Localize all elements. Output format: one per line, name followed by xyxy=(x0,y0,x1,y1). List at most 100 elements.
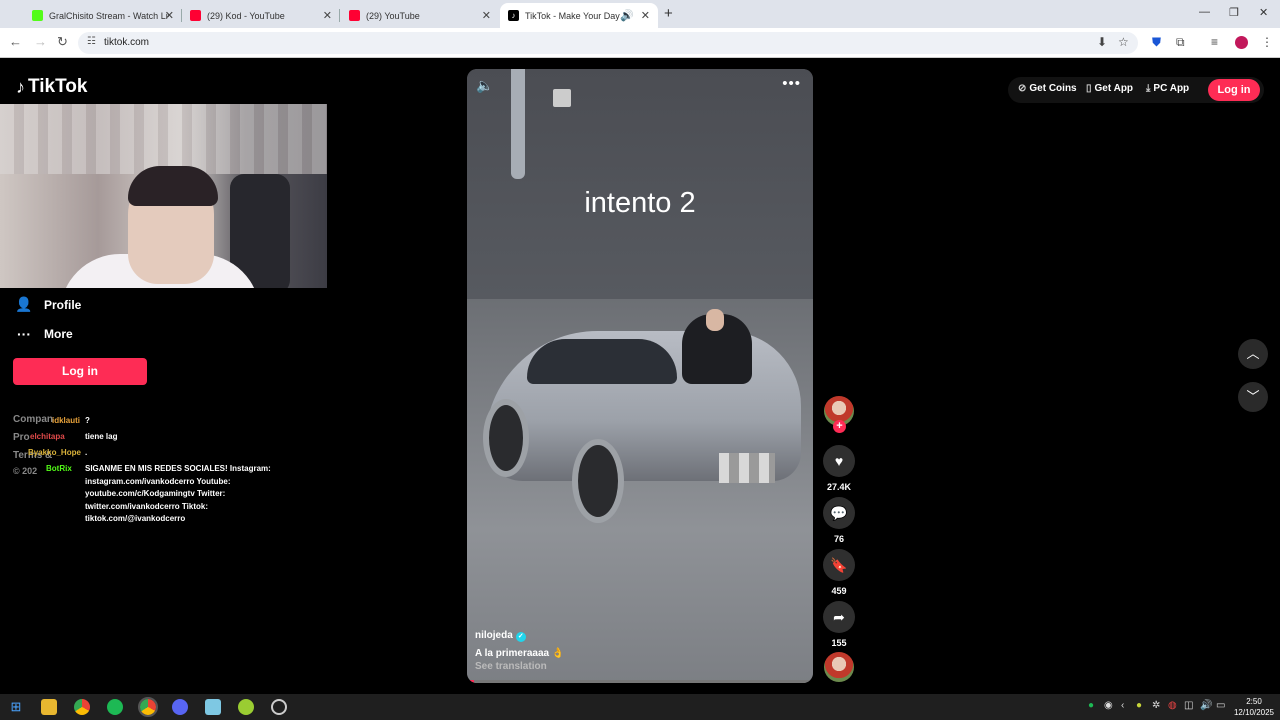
clock-time: 2:50 xyxy=(1246,697,1262,706)
close-icon[interactable]: ✕ xyxy=(482,9,491,22)
tab-youtube[interactable]: (29) YouTube ✕ xyxy=(341,3,499,28)
profile-avatar-icon[interactable] xyxy=(1235,36,1248,49)
restore-icon[interactable]: ❐ xyxy=(1229,6,1239,19)
sidebar-login-button[interactable]: Log in xyxy=(13,358,147,385)
tab-title: (29) Kod - YouTube xyxy=(207,10,285,21)
chat-user: Byakko_Hope xyxy=(28,448,81,457)
chevron-up-icon[interactable]: ︿ xyxy=(1238,339,1268,369)
share-arrow-icon[interactable]: ➦ xyxy=(823,601,855,633)
youtube-icon xyxy=(349,10,360,21)
nav-more-label: More xyxy=(44,327,73,341)
close-icon[interactable]: ✕ xyxy=(165,9,174,22)
windows-start-icon[interactable]: ⊞ xyxy=(8,699,24,715)
download-icon: ⤓ xyxy=(1146,83,1151,94)
video-progress-bar[interactable] xyxy=(467,680,813,683)
notepad-icon[interactable] xyxy=(205,699,221,715)
url-text[interactable]: tiktok.com xyxy=(104,37,149,48)
tiktok-note-icon: ♪ xyxy=(16,76,25,97)
network-icon[interactable]: ◫ xyxy=(1184,700,1193,711)
header-login-button[interactable]: Log in xyxy=(1208,79,1260,101)
get-app-button[interactable]: ▯ Get App xyxy=(1086,83,1133,94)
nav-profile-label: Profile xyxy=(44,297,82,312)
close-window-icon[interactable]: ✕ xyxy=(1259,6,1268,19)
back-icon[interactable]: ← xyxy=(9,34,22,49)
video-caption: A la primeraaaa 👌 xyxy=(475,648,565,659)
chevron-down-icon[interactable]: ﹀ xyxy=(1238,382,1268,412)
chat-user: elchitapa xyxy=(30,432,65,441)
logo-text: TikTok xyxy=(28,76,88,97)
shield-extension-icon[interactable]: ⛊ xyxy=(1152,35,1161,50)
menu-dots-icon[interactable]: ⋮ xyxy=(1261,35,1273,49)
footer-company[interactable]: Compan xyxy=(13,414,53,425)
address-bar-row: ← → ↻ ☷ tiktok.com ⬇ ☆ ⛊ ⧉ ≡ ⋮ xyxy=(0,28,1280,58)
music-disc-avatar[interactable] xyxy=(824,652,854,682)
comment-count: 76 xyxy=(833,534,844,544)
obs-icon[interactable] xyxy=(271,699,287,715)
video-car-wheel xyxy=(483,399,529,477)
tray-settings-icon[interactable]: ✲ xyxy=(1152,700,1160,711)
tab-kick[interactable]: GralChisito Stream - Watch Liv ✕ xyxy=(24,3,182,28)
nav-profile[interactable]: 👤 Profile xyxy=(14,296,81,313)
new-tab-button[interactable]: + xyxy=(664,5,673,22)
chevron-left-icon[interactable]: ‹ xyxy=(1121,700,1124,711)
system-clock[interactable]: 2:50 12/10/2025 xyxy=(1232,696,1276,718)
tray-antivirus-icon[interactable]: ◍ xyxy=(1168,700,1177,711)
browser-tab-strip: GralChisito Stream - Watch Liv ✕ (29) Ko… xyxy=(0,0,1280,28)
extensions-icon[interactable]: ⧉ xyxy=(1176,35,1185,50)
tab-youtube-kod[interactable]: (29) Kod - YouTube ✕ xyxy=(182,3,340,28)
video-car-windshield xyxy=(527,339,677,384)
video-pipe xyxy=(511,69,525,179)
volume-tray-icon[interactable]: 🔊 xyxy=(1200,700,1212,711)
speaker-icon[interactable]: 🔊 xyxy=(620,9,634,22)
footer-program[interactable]: Pro xyxy=(13,432,30,443)
nav-more[interactable]: ··· More xyxy=(14,326,73,342)
video-player[interactable]: intento 2 🔈 ••• nilojeda ✓ A la primeraaa… xyxy=(467,69,813,683)
install-app-icon[interactable]: ⬇ xyxy=(1097,35,1107,49)
kick-icon xyxy=(32,10,43,21)
chat-user: BotRix xyxy=(46,464,72,473)
tab-title: GralChisito Stream - Watch Liv xyxy=(49,10,169,21)
reload-icon[interactable]: ↻ xyxy=(57,34,68,50)
see-translation-link[interactable]: See translation xyxy=(475,661,547,672)
tab-tiktok[interactable]: ♪ TikTok - Make Your Day 🔊 ✕ xyxy=(500,3,658,28)
omnibox[interactable]: ☷ tiktok.com xyxy=(78,32,1138,54)
tab-title: (29) YouTube xyxy=(366,10,420,21)
pc-app-label: PC App xyxy=(1153,83,1190,94)
spotify-tray-icon[interactable]: ● xyxy=(1088,700,1094,711)
bookmark-icon[interactable]: 🔖 xyxy=(823,549,855,581)
discord-icon[interactable] xyxy=(172,699,188,715)
tiktok-logo[interactable]: ♪ TikTok xyxy=(16,76,87,98)
video-car-wheel xyxy=(572,439,624,523)
close-icon[interactable]: ✕ xyxy=(323,9,332,22)
tray-app-icon[interactable]: ● xyxy=(1136,700,1142,711)
like-heart-icon[interactable]: ♥ xyxy=(823,445,855,477)
author-name[interactable]: nilojeda xyxy=(475,630,513,641)
media-control-icon[interactable]: ≡ xyxy=(1211,35,1218,49)
get-coins-button[interactable]: ⊘ Get Coins xyxy=(1018,83,1077,94)
file-explorer-icon[interactable] xyxy=(41,699,57,715)
discord-tray-icon[interactable]: ◉ xyxy=(1104,700,1113,711)
comment-icon[interactable]: 💬 xyxy=(823,497,855,529)
forward-icon[interactable]: → xyxy=(34,34,47,49)
follow-plus-icon[interactable]: + xyxy=(833,420,846,433)
like-count: 27.4K xyxy=(826,482,852,492)
share-count: 155 xyxy=(831,638,847,648)
chat-message: . xyxy=(85,448,88,457)
volume-icon[interactable]: 🔈 xyxy=(476,77,493,94)
webcam-headset xyxy=(128,166,218,206)
chrome-active-icon[interactable] xyxy=(138,697,158,717)
close-icon[interactable]: ✕ xyxy=(641,9,650,22)
video-overlay-text: intento 2 xyxy=(584,187,696,219)
video-author[interactable]: nilojeda ✓ xyxy=(475,630,526,642)
app-icon[interactable] xyxy=(238,699,254,715)
coin-icon: ⊘ xyxy=(1018,83,1027,94)
pc-app-button[interactable]: ⤓ PC App xyxy=(1146,83,1189,94)
minimize-icon[interactable]: — xyxy=(1199,6,1210,18)
spotify-icon[interactable] xyxy=(107,699,123,715)
display-icon[interactable]: ▭ xyxy=(1216,700,1225,711)
video-person-head xyxy=(706,309,724,331)
chrome-icon[interactable] xyxy=(74,699,90,715)
bookmark-star-icon[interactable]: ☆ xyxy=(1118,35,1129,49)
site-info-icon[interactable]: ☷ xyxy=(87,36,96,47)
more-options-icon[interactable]: ••• xyxy=(782,75,801,92)
